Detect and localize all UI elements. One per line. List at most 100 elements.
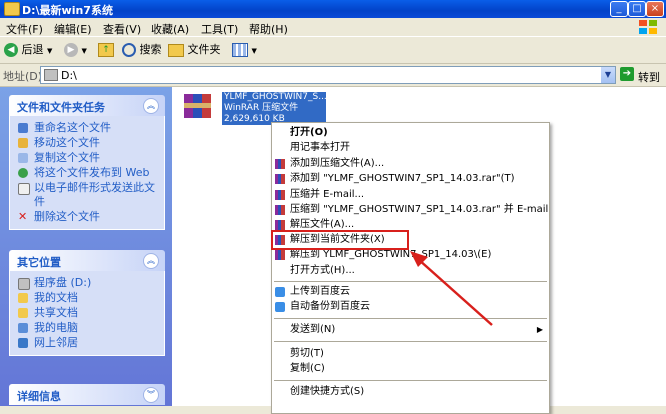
task-move[interactable]: 移动这个文件	[18, 136, 160, 150]
task-label: 将这个文件发布到 Web	[34, 166, 150, 179]
cloud-icon	[275, 302, 285, 312]
menu-tools[interactable]: 工具(T)	[201, 21, 238, 37]
delete-icon: ✕	[18, 210, 28, 223]
winrar-archive-icon[interactable]	[182, 92, 214, 120]
menu-label: 上传到百度云	[290, 286, 350, 297]
drive-icon	[44, 69, 58, 81]
place-label: 程序盘 (D:)	[34, 276, 92, 289]
window-title: D:\最新win7系统	[22, 4, 113, 17]
winrar-icon	[275, 220, 285, 230]
folders-label: 文件夹	[187, 43, 221, 56]
copy-icon	[18, 153, 28, 163]
close-button[interactable]: ×	[646, 1, 664, 17]
menu-compress-to-rar-email[interactable]: 压缩到 "YLMF_GHOSTWIN7_SP1_14.03.rar" 并 E-m…	[272, 202, 549, 218]
menu-label: 打开(O)	[290, 127, 328, 138]
task-delete[interactable]: ✕ 删除这个文件	[18, 210, 160, 224]
maximize-button[interactable]: □	[628, 1, 646, 17]
file-type: WinRAR 压缩文件	[224, 103, 299, 113]
menu-add-to-archive[interactable]: 添加到压缩文件(A)...	[272, 156, 549, 172]
windows-logo-icon	[639, 20, 657, 34]
folders-button[interactable]: 文件夹	[168, 42, 221, 58]
tasks-panel-header[interactable]: 文件和文件夹任务 ︽	[9, 95, 165, 116]
menu-create-shortcut[interactable]: 创建快捷方式(S)	[272, 384, 549, 400]
move-icon	[18, 138, 28, 148]
details-panel-header[interactable]: 详细信息 ︾	[9, 384, 165, 405]
menu-label: 剪切(T)	[290, 348, 324, 359]
collapse-icon[interactable]: ︽	[143, 98, 159, 114]
places-panel-title: 其它位置	[17, 256, 61, 269]
menu-view[interactable]: 查看(V)	[103, 21, 141, 37]
menu-open[interactable]: 打开(O)	[272, 125, 549, 141]
go-button[interactable]: 转到	[638, 69, 660, 85]
folder-icon	[18, 293, 28, 303]
up-folder-icon: ↑	[98, 43, 114, 57]
back-label: 后退	[21, 43, 44, 56]
places-panel: 其它位置 ︽ 程序盘 (D:) 我的文档 共享文档 我的电脑 网上邻居	[9, 250, 165, 356]
shared-folder-icon	[18, 308, 28, 318]
file-item[interactable]: YLMF_GHOSTWIN7_S... WinRAR 压缩文件 2,629,61…	[222, 92, 327, 125]
address-dropdown-button[interactable]: ▼	[601, 67, 615, 83]
chevron-down-icon: ▼	[47, 47, 53, 55]
network-icon	[18, 338, 28, 348]
minimize-button[interactable]: _	[610, 1, 628, 17]
views-button[interactable]: ▼	[232, 42, 257, 58]
annotation-arrow-icon	[410, 251, 493, 326]
menu-favorites[interactable]: 收藏(A)	[151, 21, 189, 37]
winrar-icon	[275, 159, 285, 169]
cloud-icon	[275, 287, 285, 297]
rename-icon	[18, 123, 28, 133]
menu-label: 用记事本打开	[290, 142, 350, 153]
place-drive-d[interactable]: 程序盘 (D:)	[18, 276, 160, 290]
menu-file[interactable]: 文件(F)	[6, 21, 43, 37]
place-network[interactable]: 网上邻居	[18, 336, 160, 350]
winrar-icon	[275, 205, 285, 215]
menu-separator	[274, 341, 547, 342]
places-panel-header[interactable]: 其它位置 ︽	[9, 250, 165, 271]
menu-label: 创建快捷方式(S)	[290, 386, 365, 397]
menu-separator	[274, 380, 547, 381]
place-shared-documents[interactable]: 共享文档	[18, 306, 160, 320]
forward-button[interactable]: ▶ ▼	[64, 42, 87, 58]
menu-label: 压缩并 E-mail...	[290, 189, 365, 200]
globe-icon	[18, 168, 28, 178]
collapse-icon[interactable]: ︽	[143, 253, 159, 269]
menu-compress-email[interactable]: 压缩并 E-mail...	[272, 187, 549, 203]
expand-icon[interactable]: ︾	[143, 387, 159, 403]
submenu-arrow-icon: ▶	[536, 325, 543, 334]
place-label: 我的电脑	[34, 321, 78, 334]
highlight-box	[271, 230, 409, 250]
menu-help[interactable]: 帮助(H)	[249, 21, 288, 37]
forward-arrow-icon: ▶	[64, 43, 78, 57]
menu-add-to-rar[interactable]: 添加到 "YLMF_GHOSTWIN7_SP1_14.03.rar"(T)	[272, 171, 549, 187]
task-label: 删除这个文件	[34, 210, 100, 223]
winrar-icon	[275, 190, 285, 200]
address-bar: 地址(D) D:\ ▼ ➔ 转到	[0, 64, 666, 87]
winrar-icon	[275, 174, 285, 184]
details-panel-title: 详细信息	[17, 390, 61, 403]
place-my-computer[interactable]: 我的电脑	[18, 321, 160, 335]
place-my-documents[interactable]: 我的文档	[18, 291, 160, 305]
up-folder-button[interactable]: ↑	[98, 42, 114, 58]
task-rename[interactable]: 重命名这个文件	[18, 121, 160, 135]
task-copy[interactable]: 复制这个文件	[18, 151, 160, 165]
menu-copy[interactable]: 复制(C)	[272, 361, 549, 377]
task-label: 重命名这个文件	[34, 121, 111, 134]
search-button[interactable]: 搜索	[122, 42, 162, 58]
go-arrow-icon[interactable]: ➔	[620, 67, 634, 81]
task-email[interactable]: 以电子邮件形式发送此文件	[18, 181, 160, 209]
address-input[interactable]: D:\ ▼	[40, 66, 616, 84]
menu-edit[interactable]: 编辑(E)	[54, 21, 92, 37]
task-label: 以电子邮件形式发送此文件	[34, 181, 155, 208]
computer-icon	[18, 323, 28, 333]
menu-cut[interactable]: 剪切(T)	[272, 346, 549, 362]
details-panel: 详细信息 ︾	[9, 384, 165, 405]
menu-label: 打开方式(H)...	[290, 265, 355, 276]
search-icon	[122, 43, 136, 57]
file-name: YLMF_GHOSTWIN7_S...	[224, 92, 327, 102]
tasks-panel: 文件和文件夹任务 ︽ 重命名这个文件 移动这个文件 复制这个文件 将这个文件发布…	[9, 95, 165, 230]
menu-open-notepad[interactable]: 用记事本打开	[272, 140, 549, 156]
task-publish-web[interactable]: 将这个文件发布到 Web	[18, 166, 160, 180]
menu-label: 发送到(N)	[290, 324, 336, 335]
back-button[interactable]: ◀ 后退 ▼	[4, 42, 52, 58]
menu-label: 添加到 "YLMF_GHOSTWIN7_SP1_14.03.rar"(T)	[290, 173, 515, 184]
